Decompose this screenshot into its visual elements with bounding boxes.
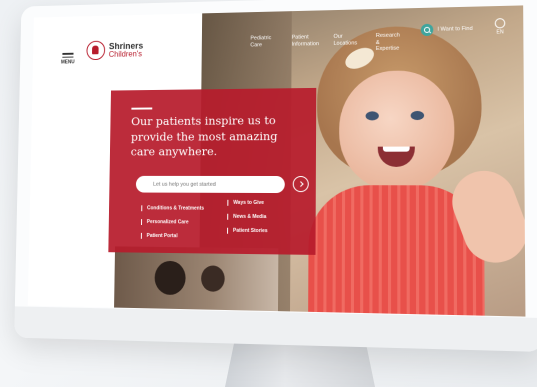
- logo-name-line2: Children's: [108, 49, 143, 59]
- monitor: MENU Shriners Children's Pediatric Care …: [14, 0, 537, 352]
- main-nav: Pediatric Care Patient Information Our L…: [250, 32, 404, 55]
- hero-title: Our patients inspire us to provide the m…: [130, 113, 278, 159]
- clinic-photo: [114, 246, 279, 312]
- want-to-find-button[interactable]: I Want to Find: [420, 23, 473, 37]
- want-to-find-label: I Want to Find: [437, 25, 473, 33]
- nav-patient-information[interactable]: Patient Information: [292, 34, 320, 48]
- hamburger-icon: [62, 52, 74, 55]
- link-conditions-treatments[interactable]: Conditions & Treatments: [141, 205, 205, 212]
- nav-research-expertise[interactable]: Research & Expertise: [376, 32, 405, 53]
- person-head: [154, 260, 186, 296]
- hero-divider: [131, 107, 153, 110]
- hero-card: Our patients inspire us to provide the m…: [108, 87, 317, 255]
- logo-emblem-icon: [86, 40, 106, 61]
- globe-icon: [494, 18, 506, 29]
- person-head: [201, 265, 225, 292]
- nav-pediatric-care[interactable]: Pediatric Care: [250, 35, 278, 49]
- hamburger-icon-bar: [62, 56, 74, 58]
- child-smile: [377, 146, 415, 167]
- hero-search-input[interactable]: [135, 175, 285, 194]
- search-icon: [420, 23, 434, 37]
- nav-our-locations[interactable]: Our Locations: [333, 33, 361, 47]
- language-label: EN: [496, 29, 504, 36]
- menu-button[interactable]: MENU: [55, 51, 81, 66]
- menu-label: MENU: [60, 59, 75, 66]
- link-ways-to-give[interactable]: Ways to Give: [227, 199, 265, 206]
- link-patient-stories[interactable]: Patient Stories: [227, 227, 268, 235]
- link-news-media[interactable]: News & Media: [227, 213, 267, 221]
- child-left-eye: [365, 111, 379, 121]
- language-selector[interactable]: EN: [494, 18, 506, 36]
- link-patient-portal[interactable]: Patient Portal: [140, 232, 178, 240]
- child-face: [339, 69, 455, 191]
- website-screen: MENU Shriners Children's Pediatric Care …: [27, 5, 526, 317]
- site-logo[interactable]: Shriners Children's: [86, 40, 143, 61]
- child-right-eye: [410, 110, 425, 121]
- hero-search-submit-button[interactable]: [292, 176, 309, 193]
- link-personalized-care[interactable]: Personalized Care: [141, 219, 189, 226]
